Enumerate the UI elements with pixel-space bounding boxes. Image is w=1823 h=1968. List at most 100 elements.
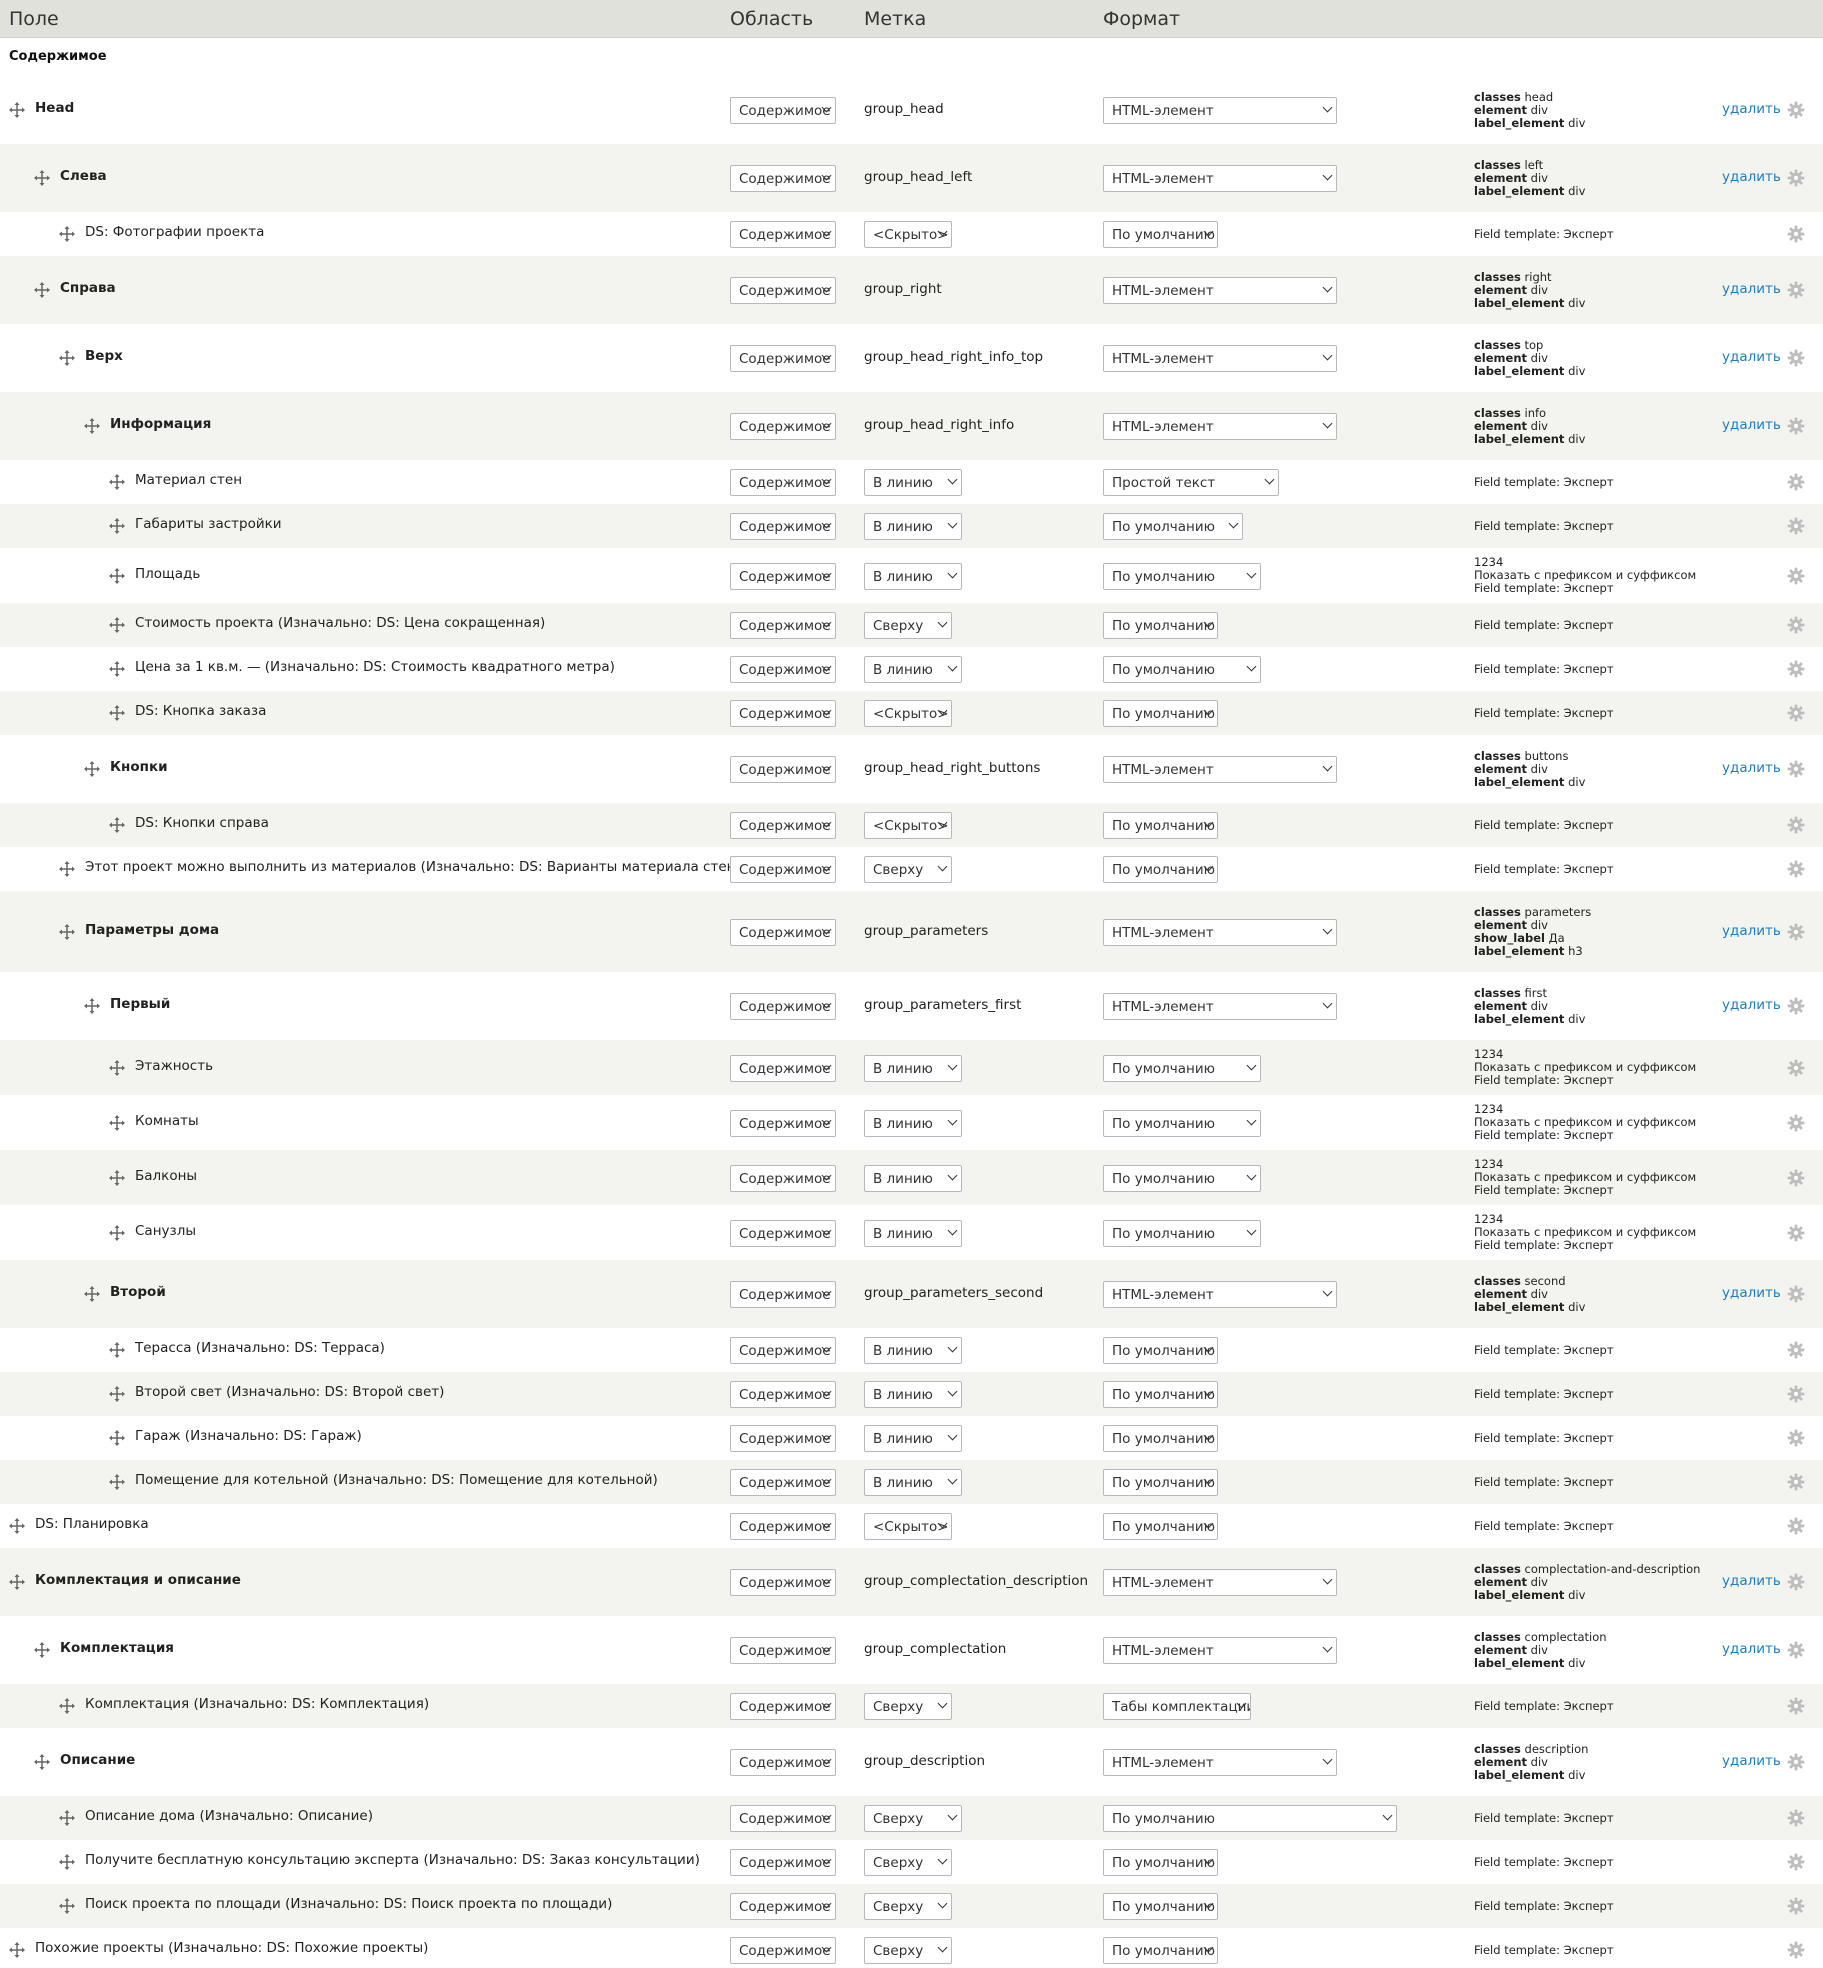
drag-handle-icon[interactable]: [59, 923, 75, 940]
gear-icon[interactable]: [1787, 923, 1805, 941]
label-display-select[interactable]: В линию: [864, 1164, 962, 1192]
region-select[interactable]: Содержимое: [730, 413, 836, 440]
label-display-select[interactable]: В линию: [864, 1469, 962, 1496]
gear-icon[interactable]: [1787, 660, 1805, 678]
gear-icon[interactable]: [1787, 704, 1805, 722]
region-select[interactable]: Содержимое: [730, 856, 836, 883]
label-display-select[interactable]: В линию: [864, 656, 962, 683]
drag-handle-icon[interactable]: [9, 1574, 25, 1590]
drag-handle-icon[interactable]: [109, 518, 125, 534]
gear-icon[interactable]: [1787, 281, 1805, 299]
label-display-select[interactable]: В линию: [864, 1337, 962, 1364]
format-select[interactable]: По умолчанию: [1103, 656, 1261, 683]
label-display-select[interactable]: В линию: [864, 513, 962, 540]
drag-handle-icon[interactable]: [109, 567, 125, 584]
gear-icon[interactable]: [1787, 816, 1805, 834]
drag-handle-icon[interactable]: [109, 1430, 125, 1446]
format-select[interactable]: HTML-элемент: [1103, 1281, 1337, 1308]
drag-handle-icon[interactable]: [59, 350, 75, 366]
gear-icon[interactable]: [1787, 1169, 1805, 1187]
drag-handle-icon[interactable]: [59, 1698, 75, 1714]
drag-handle-icon[interactable]: [109, 1059, 125, 1076]
gear-icon[interactable]: [1787, 1517, 1805, 1535]
drag-handle-icon[interactable]: [34, 1642, 50, 1658]
drag-handle-icon[interactable]: [109, 705, 125, 721]
format-select[interactable]: По умолчанию: [1103, 1109, 1261, 1137]
format-select[interactable]: HTML-элемент: [1103, 993, 1337, 1020]
drag-handle-icon[interactable]: [59, 1854, 75, 1870]
delete-link[interactable]: удалить: [1722, 997, 1781, 1013]
region-select[interactable]: Содержимое: [730, 612, 836, 639]
label-display-select[interactable]: Сверху: [864, 1805, 962, 1832]
label-display-select[interactable]: <Скрыто>: [864, 221, 952, 248]
region-select[interactable]: Содержимое: [730, 1381, 836, 1408]
drag-handle-icon[interactable]: [109, 1169, 125, 1186]
region-select[interactable]: Содержимое: [730, 1849, 836, 1876]
label-display-select[interactable]: <Скрыто>: [864, 812, 952, 839]
delete-link[interactable]: удалить: [1722, 1573, 1781, 1589]
format-select[interactable]: HTML-элемент: [1103, 918, 1337, 946]
region-select[interactable]: Содержимое: [730, 277, 836, 304]
gear-icon[interactable]: [1787, 860, 1805, 878]
gear-icon[interactable]: [1787, 101, 1805, 119]
region-select[interactable]: Содержимое: [730, 1337, 836, 1364]
label-display-select[interactable]: Сверху: [864, 1937, 952, 1964]
gear-icon[interactable]: [1787, 1385, 1805, 1403]
region-select[interactable]: Содержимое: [730, 656, 836, 683]
format-select[interactable]: По умолчанию: [1103, 1164, 1261, 1192]
region-select[interactable]: Содержимое: [730, 1805, 836, 1832]
drag-handle-icon[interactable]: [59, 861, 75, 877]
region-select[interactable]: Содержимое: [730, 562, 836, 590]
gear-icon[interactable]: [1787, 1697, 1805, 1715]
delete-link[interactable]: удалить: [1722, 349, 1781, 365]
format-select[interactable]: По умолчанию: [1103, 1805, 1397, 1832]
drag-handle-icon[interactable]: [109, 661, 125, 677]
format-select[interactable]: По умолчанию: [1103, 1425, 1218, 1452]
format-select[interactable]: По умолчанию: [1103, 1469, 1218, 1496]
label-display-select[interactable]: Сверху: [864, 612, 952, 639]
drag-handle-icon[interactable]: [109, 1342, 125, 1358]
delete-link[interactable]: удалить: [1722, 101, 1781, 117]
region-select[interactable]: Содержимое: [730, 756, 836, 783]
format-select[interactable]: HTML-элемент: [1103, 756, 1337, 783]
gear-icon[interactable]: [1787, 1573, 1805, 1591]
gear-icon[interactable]: [1787, 1473, 1805, 1491]
drag-handle-icon[interactable]: [59, 1810, 75, 1826]
drag-handle-icon[interactable]: [109, 474, 125, 490]
gear-icon[interactable]: [1787, 616, 1805, 634]
format-select[interactable]: HTML-элемент: [1103, 1749, 1337, 1776]
region-select[interactable]: Содержимое: [730, 1637, 836, 1664]
gear-icon[interactable]: [1787, 1641, 1805, 1659]
format-select[interactable]: HTML-элемент: [1103, 277, 1337, 304]
drag-handle-icon[interactable]: [84, 998, 100, 1014]
label-display-select[interactable]: В линию: [864, 1109, 962, 1137]
region-select[interactable]: Содержимое: [730, 1749, 836, 1776]
region-select[interactable]: Содержимое: [730, 469, 836, 496]
drag-handle-icon[interactable]: [109, 617, 125, 633]
label-display-select[interactable]: В линию: [864, 1219, 962, 1247]
drag-handle-icon[interactable]: [34, 282, 50, 298]
format-select[interactable]: HTML-элемент: [1103, 1637, 1337, 1664]
gear-icon[interactable]: [1787, 1941, 1805, 1959]
gear-icon[interactable]: [1787, 1224, 1805, 1242]
gear-icon[interactable]: [1787, 417, 1805, 435]
gear-icon[interactable]: [1787, 1059, 1805, 1077]
region-select[interactable]: Содержимое: [730, 1937, 836, 1964]
format-select[interactable]: По умолчанию: [1103, 612, 1218, 639]
region-select[interactable]: Содержимое: [730, 1893, 836, 1920]
drag-handle-icon[interactable]: [84, 1286, 100, 1302]
drag-handle-icon[interactable]: [109, 1386, 125, 1402]
region-select[interactable]: Содержимое: [730, 993, 836, 1020]
gear-icon[interactable]: [1787, 517, 1805, 535]
label-display-select[interactable]: В линию: [864, 1054, 962, 1082]
region-select[interactable]: Содержимое: [730, 1693, 836, 1720]
region-select[interactable]: Содержимое: [730, 918, 836, 946]
format-select[interactable]: По умолчанию: [1103, 812, 1218, 839]
format-select[interactable]: По умолчанию: [1103, 1937, 1218, 1964]
drag-handle-icon[interactable]: [9, 102, 25, 118]
drag-handle-icon[interactable]: [34, 1754, 50, 1770]
drag-handle-icon[interactable]: [9, 1942, 25, 1958]
label-display-select[interactable]: <Скрыто>: [864, 1513, 952, 1540]
region-select[interactable]: Содержимое: [730, 1469, 836, 1496]
format-select[interactable]: По умолчанию: [1103, 1219, 1261, 1247]
